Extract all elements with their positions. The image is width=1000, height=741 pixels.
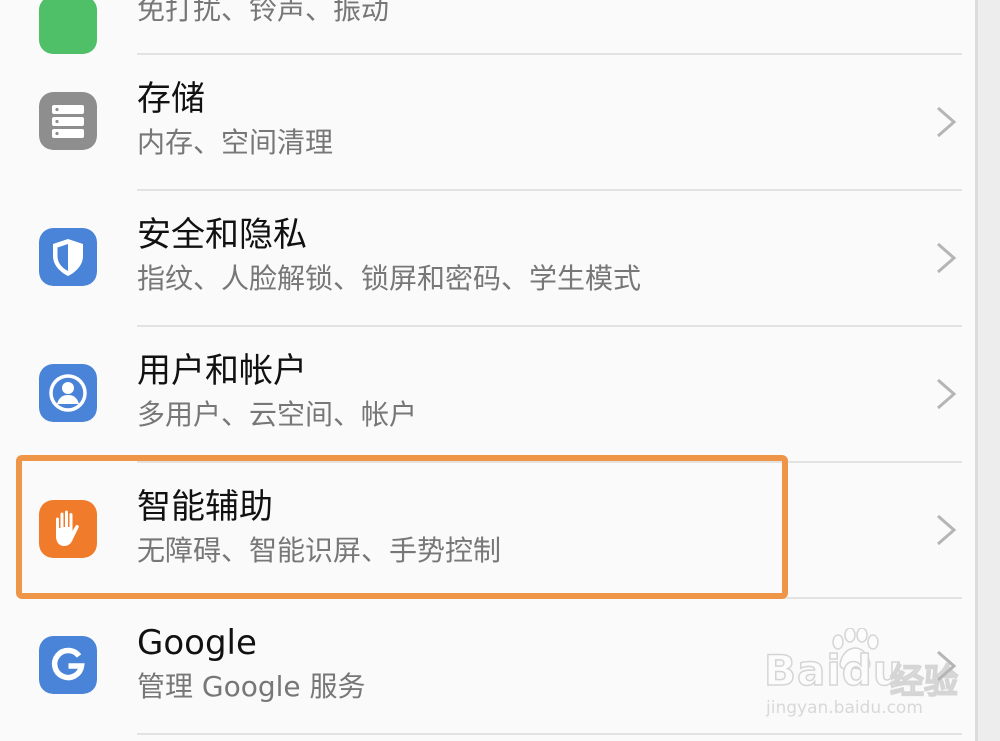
- settings-item-title: 用户和帐户: [137, 351, 307, 391]
- chevron-right-icon: [937, 242, 957, 274]
- chevron-right-icon: [937, 514, 957, 546]
- settings-item-title: Google: [137, 623, 257, 663]
- settings-item-subtitle: 指纹、人脸解锁、锁屏和密码、学生模式: [137, 262, 642, 295]
- google-icon: [39, 636, 97, 694]
- settings-item-security-privacy[interactable]: 安全和隐私 指纹、人脸解锁、锁屏和密码、学生模式: [0, 190, 975, 326]
- highlight-box: [16, 455, 788, 599]
- scrollbar-edge: [975, 0, 978, 741]
- shield-icon: [39, 228, 97, 286]
- chevron-right-icon: [937, 106, 957, 138]
- settings-item-sound[interactable]: 免打扰、铃声、振动: [0, 0, 975, 54]
- settings-item-subtitle: 内存、空间清理: [137, 126, 334, 159]
- settings-item-users-accounts[interactable]: 用户和帐户 多用户、云空间、帐户: [0, 326, 975, 462]
- settings-item-subtitle: 免打扰、铃声、振动: [137, 0, 390, 26]
- storage-icon: [39, 92, 97, 150]
- green-settings-icon: [39, 0, 97, 54]
- watermark-brand: Baidu: [763, 645, 904, 696]
- settings-item-title: 存储: [137, 79, 205, 119]
- settings-item-subtitle: 多用户、云空间、帐户: [137, 398, 418, 431]
- settings-item-title: 安全和隐私: [137, 215, 307, 255]
- divider: [137, 733, 962, 735]
- baidu-watermark-logo: Baidu 经验 jingyan.baidu.com: [763, 628, 959, 728]
- watermark-cn: 经验: [889, 661, 958, 702]
- user-account-icon: [39, 364, 97, 422]
- scrollbar[interactable]: [975, 0, 1000, 741]
- settings-item-storage[interactable]: 存储 内存、空间清理: [0, 54, 975, 190]
- settings-item-subtitle: 管理 Google 服务: [137, 670, 366, 703]
- chevron-right-icon: [937, 378, 957, 410]
- watermark-url: jingyan.baidu.com: [766, 698, 923, 718]
